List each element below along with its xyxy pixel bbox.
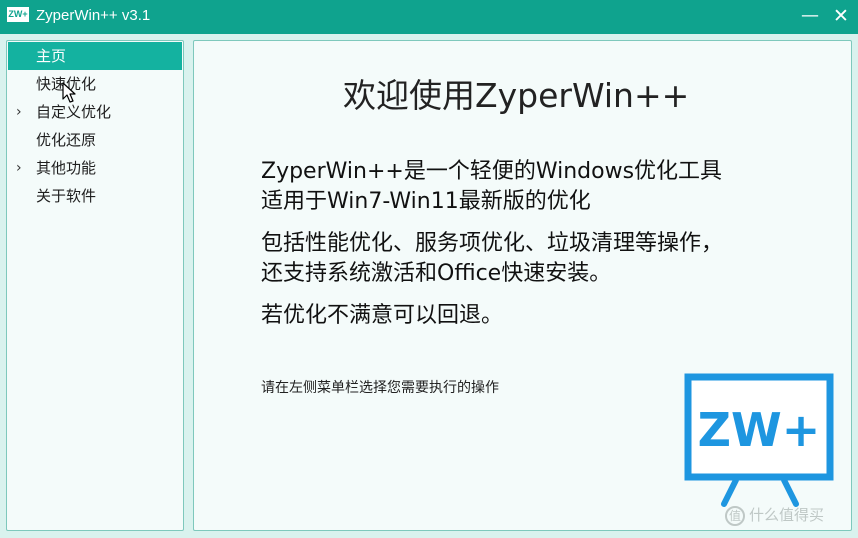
- sidebar-item-custom-optimize[interactable]: › 自定义优化: [8, 98, 182, 126]
- sidebar-nav: 主页 快速优化 › 自定义优化 优化还原 › 其他功能 关于软件: [6, 40, 184, 531]
- sidebar-item-label: 主页: [36, 47, 67, 65]
- watermark-logo-icon: 值: [725, 505, 745, 526]
- hint-text: 请在左侧菜单栏选择您需要执行的操作: [261, 380, 499, 396]
- zw-monitor-logo-icon: ZW+: [684, 373, 834, 507]
- sidebar-item-label: 优化还原: [36, 131, 97, 149]
- sidebar-item-restore[interactable]: 优化还原: [8, 126, 182, 154]
- description-line-3: 包括性能优化、服务项优化、垃圾清理等操作，: [261, 231, 724, 256]
- sidebar-item-label: 关于软件: [36, 187, 97, 205]
- sidebar-item-label: 其他功能: [36, 159, 97, 177]
- description-line-1: ZyperWin++是一个轻便的Windows优化工具: [261, 159, 723, 184]
- title-bar: ZW+ ZyperWin++ v3.1 — ✕: [0, 0, 858, 34]
- window-title: ZyperWin++ v3.1: [36, 7, 151, 24]
- sidebar-item-quick-optimize[interactable]: 快速优化: [8, 70, 182, 98]
- sidebar-item-other-features[interactable]: › 其他功能: [8, 154, 182, 182]
- chevron-right-icon[interactable]: ›: [16, 98, 22, 126]
- app-logo-icon: ZW+: [7, 7, 29, 22]
- watermark: 值什么值得买: [725, 504, 824, 526]
- logo-text: ZW+: [698, 403, 821, 457]
- description-line-2: 适用于Win7-Win11最新版的优化: [261, 189, 591, 214]
- sidebar-item-about[interactable]: 关于软件: [8, 182, 182, 210]
- watermark-text: 什么值得买: [749, 506, 825, 524]
- description-line-5: 若优化不满意可以回退。: [261, 303, 504, 328]
- description-line-4: 还支持系统激活和Office快速安装。: [261, 261, 612, 286]
- mouse-cursor-icon: [62, 82, 76, 103]
- chevron-right-icon[interactable]: ›: [16, 154, 22, 182]
- minimize-button[interactable]: —: [797, 4, 823, 28]
- close-button[interactable]: ✕: [828, 4, 854, 28]
- page-title: 欢迎使用ZyperWin++: [343, 76, 690, 115]
- sidebar-item-home[interactable]: 主页: [8, 42, 182, 70]
